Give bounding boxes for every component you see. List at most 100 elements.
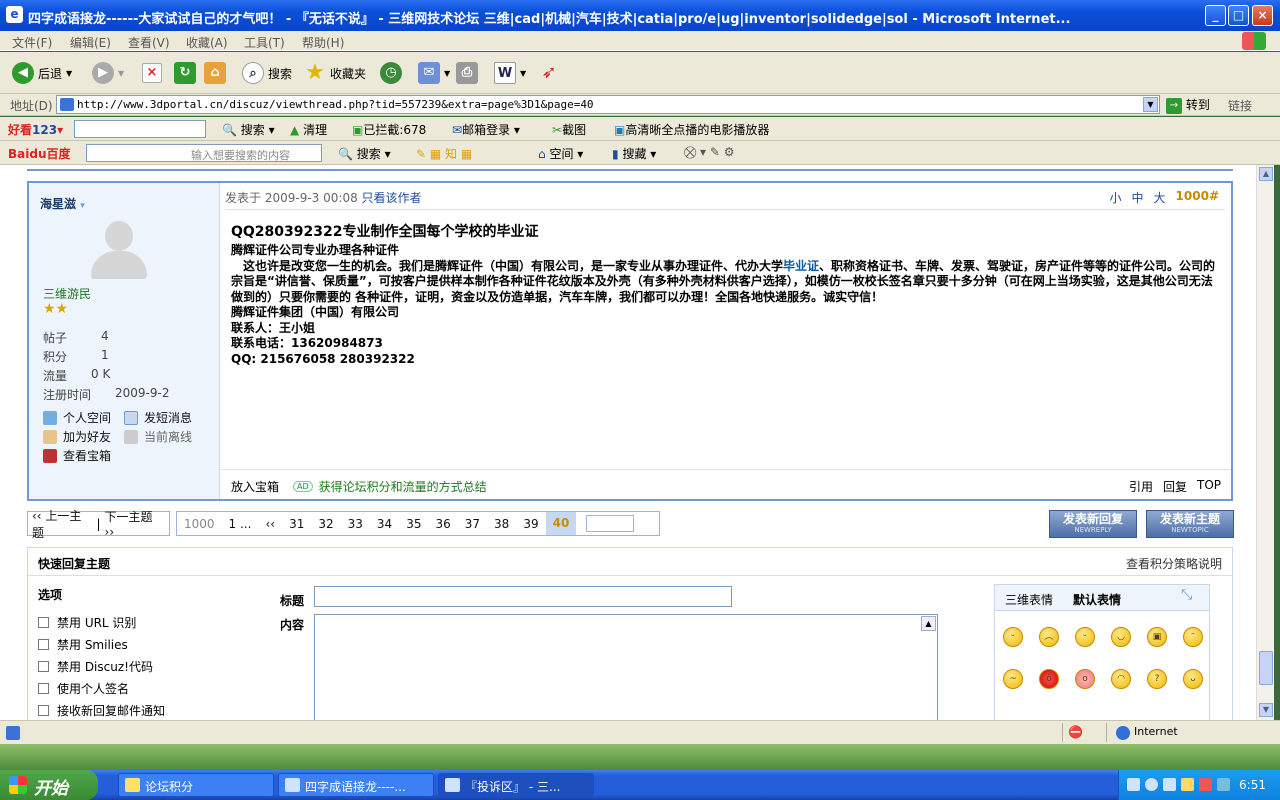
hao123-logo[interactable]: 好看123▾	[8, 121, 63, 138]
option-signature[interactable]: 使用个人签名	[38, 680, 129, 697]
tray-icon[interactable]	[1181, 778, 1194, 791]
option-email-notify[interactable]: 接收新回复邮件通知	[38, 702, 165, 719]
page-scrollbar[interactable]: ▲ ▼	[1256, 165, 1274, 720]
blocked-button[interactable]: ▣已拦截:678	[352, 121, 426, 138]
print-button[interactable]: ⎙	[456, 59, 478, 87]
back-button[interactable]: ◀ 后退 ▼	[12, 59, 72, 87]
scroll-up-icon[interactable]: ▲	[1259, 167, 1273, 181]
reply-link[interactable]: 回复	[1163, 478, 1187, 495]
taskbar-item[interactable]: 四字成语接龙----...	[278, 773, 434, 797]
page-link[interactable]: 31	[282, 517, 311, 531]
taskbar-item[interactable]: 『投诉区』 - 三...	[438, 773, 594, 797]
minimize-button[interactable]: _	[1205, 5, 1226, 26]
checkbox[interactable]	[38, 617, 49, 628]
page-link[interactable]: 39	[516, 517, 545, 531]
subject-input[interactable]	[314, 586, 732, 607]
ad-link[interactable]: AD 获得论坛积分和流量的方式总结	[293, 478, 487, 495]
search-button[interactable]: ⌕ 搜索	[242, 59, 292, 87]
page-link[interactable]: 35	[399, 517, 428, 531]
page-link[interactable]: 32	[311, 517, 340, 531]
smiley-icon[interactable]: ︵	[1039, 627, 1059, 647]
menu-help[interactable]: 帮助(H)	[302, 34, 344, 51]
refresh-button[interactable]: ↻	[174, 59, 196, 87]
stop-button[interactable]: ×	[142, 59, 162, 87]
smiley-icon[interactable]: ò	[1039, 669, 1059, 689]
forward-button[interactable]: ▶ ▼	[92, 59, 124, 87]
page-link[interactable]: 34	[370, 517, 399, 531]
scroll-down-icon[interactable]: ▼	[1259, 703, 1273, 717]
content-textarea[interactable]: ▲	[314, 614, 938, 720]
personal-space-link[interactable]: 个人空间	[43, 409, 111, 426]
view-treasure-link[interactable]: 查看宝箱	[43, 447, 111, 464]
baidu-extra-icons[interactable]: ⛒ ▾ ✎ ⚙	[684, 145, 735, 160]
send-message-link[interactable]: 发短消息	[124, 409, 192, 426]
option-disable-smilies[interactable]: 禁用 Smilies	[38, 636, 128, 653]
space-button[interactable]: ⌂ 空间 ▾	[538, 145, 583, 162]
checkbox[interactable]	[38, 705, 49, 716]
add-friend-link[interactable]: 加为好友	[43, 428, 111, 445]
prev-thread-link[interactable]: ‹‹ 上一主题	[28, 507, 96, 541]
baidu-search-button[interactable]: 🔍 搜索 ▾	[338, 145, 391, 162]
menu-view[interactable]: 查看(V)	[128, 34, 170, 51]
checkbox[interactable]	[38, 683, 49, 694]
page-link[interactable]: 33	[341, 517, 370, 531]
start-button[interactable]: 开始	[0, 770, 98, 800]
popup-blocked-icon[interactable]: ⛔	[1068, 725, 1083, 739]
baidu-logo[interactable]: Baidu百度	[8, 145, 71, 162]
address-dropdown-icon[interactable]: ▼	[1143, 97, 1158, 112]
smiley-icon[interactable]: ?	[1147, 669, 1167, 689]
window-titlebar[interactable]: e 四字成语接龙------大家试试自己的才气吧！ - 『无话不说』 - 三维网…	[0, 0, 1280, 31]
baidu-search-input[interactable]: 输入想要搜索的内容	[86, 144, 322, 162]
tab-default-smileys[interactable]: 默认表情	[1073, 591, 1121, 608]
user-name[interactable]: 海星滋 ▾	[40, 195, 85, 212]
option-disable-discuz[interactable]: 禁用 Discuz!代码	[38, 658, 153, 675]
credit-policy-link[interactable]: 查看积分策略说明	[1126, 555, 1222, 572]
page-jump-input[interactable]	[586, 515, 635, 532]
links-label[interactable]: 链接	[1228, 97, 1252, 114]
font-medium[interactable]: 中	[1132, 189, 1144, 206]
top-link[interactable]: TOP	[1197, 478, 1221, 495]
author-only-link[interactable]: 只看该作者	[362, 191, 422, 205]
collect-button[interactable]: ▮ 搜藏 ▾	[612, 145, 656, 162]
menu-tools[interactable]: 工具(T)	[244, 34, 285, 51]
font-large[interactable]: 大	[1154, 189, 1166, 206]
smiley-icon[interactable]: ᵕ	[1003, 627, 1023, 647]
clean-button[interactable]: ▲ 清理	[290, 121, 327, 138]
messenger-button[interactable]: ➶	[538, 59, 560, 87]
go-button[interactable]: → 转到	[1166, 96, 1210, 114]
tray-icon[interactable]	[1163, 778, 1176, 791]
new-topic-button[interactable]: 发表新主题 NEWTOPIC	[1146, 510, 1234, 538]
edit-word-button[interactable]: W ▼	[494, 59, 526, 87]
tab-3d-smileys[interactable]: 三维表情	[1005, 591, 1053, 608]
smiley-icon[interactable]: ᵔ	[1183, 627, 1203, 647]
page-first[interactable]: 1 ...	[222, 517, 259, 531]
tray-icon[interactable]	[1127, 778, 1140, 791]
new-reply-button[interactable]: 发表新回复 NEWREPLY	[1049, 510, 1137, 538]
tray-icon[interactable]	[1217, 778, 1230, 791]
baidu-tool-icon[interactable]: ✎ ▦ 知 ▦	[416, 145, 472, 162]
player-link[interactable]: ▣高清晰全点播的电影播放器	[614, 121, 769, 138]
checkbox[interactable]	[38, 661, 49, 672]
quote-link[interactable]: 引用	[1129, 478, 1153, 495]
favorites-button[interactable]: ★ 收藏夹	[304, 59, 366, 87]
font-small[interactable]: 小	[1110, 189, 1122, 206]
smiley-icon[interactable]: ᵕ	[1075, 627, 1095, 647]
diploma-link[interactable]: 毕业证	[783, 259, 819, 273]
option-disable-url[interactable]: 禁用 URL 识别	[38, 614, 136, 631]
page-link[interactable]: 36	[428, 517, 457, 531]
next-thread-link[interactable]: 下一主题 ››	[101, 508, 169, 539]
history-button[interactable]: ◷	[380, 59, 402, 87]
scroll-up-icon[interactable]: ▲	[921, 616, 936, 631]
menu-favorites[interactable]: 收藏(A)	[186, 34, 228, 51]
address-input[interactable]: http://www.3dportal.cn/discuz/viewthread…	[56, 95, 1160, 114]
page-back[interactable]: ‹‹	[258, 517, 282, 531]
menu-file[interactable]: 文件(F)	[12, 34, 52, 51]
checkbox[interactable]	[38, 639, 49, 650]
mail-button[interactable]: ✉ ▼	[418, 59, 450, 87]
close-button[interactable]: ×	[1252, 5, 1273, 26]
smiley-icon[interactable]: o	[1075, 669, 1095, 689]
page-link[interactable]: 37	[458, 517, 487, 531]
mail-login-button[interactable]: ✉邮箱登录 ▾	[452, 121, 520, 138]
menu-edit[interactable]: 编辑(E)	[70, 34, 111, 51]
home-button[interactable]: ⌂	[204, 59, 226, 87]
